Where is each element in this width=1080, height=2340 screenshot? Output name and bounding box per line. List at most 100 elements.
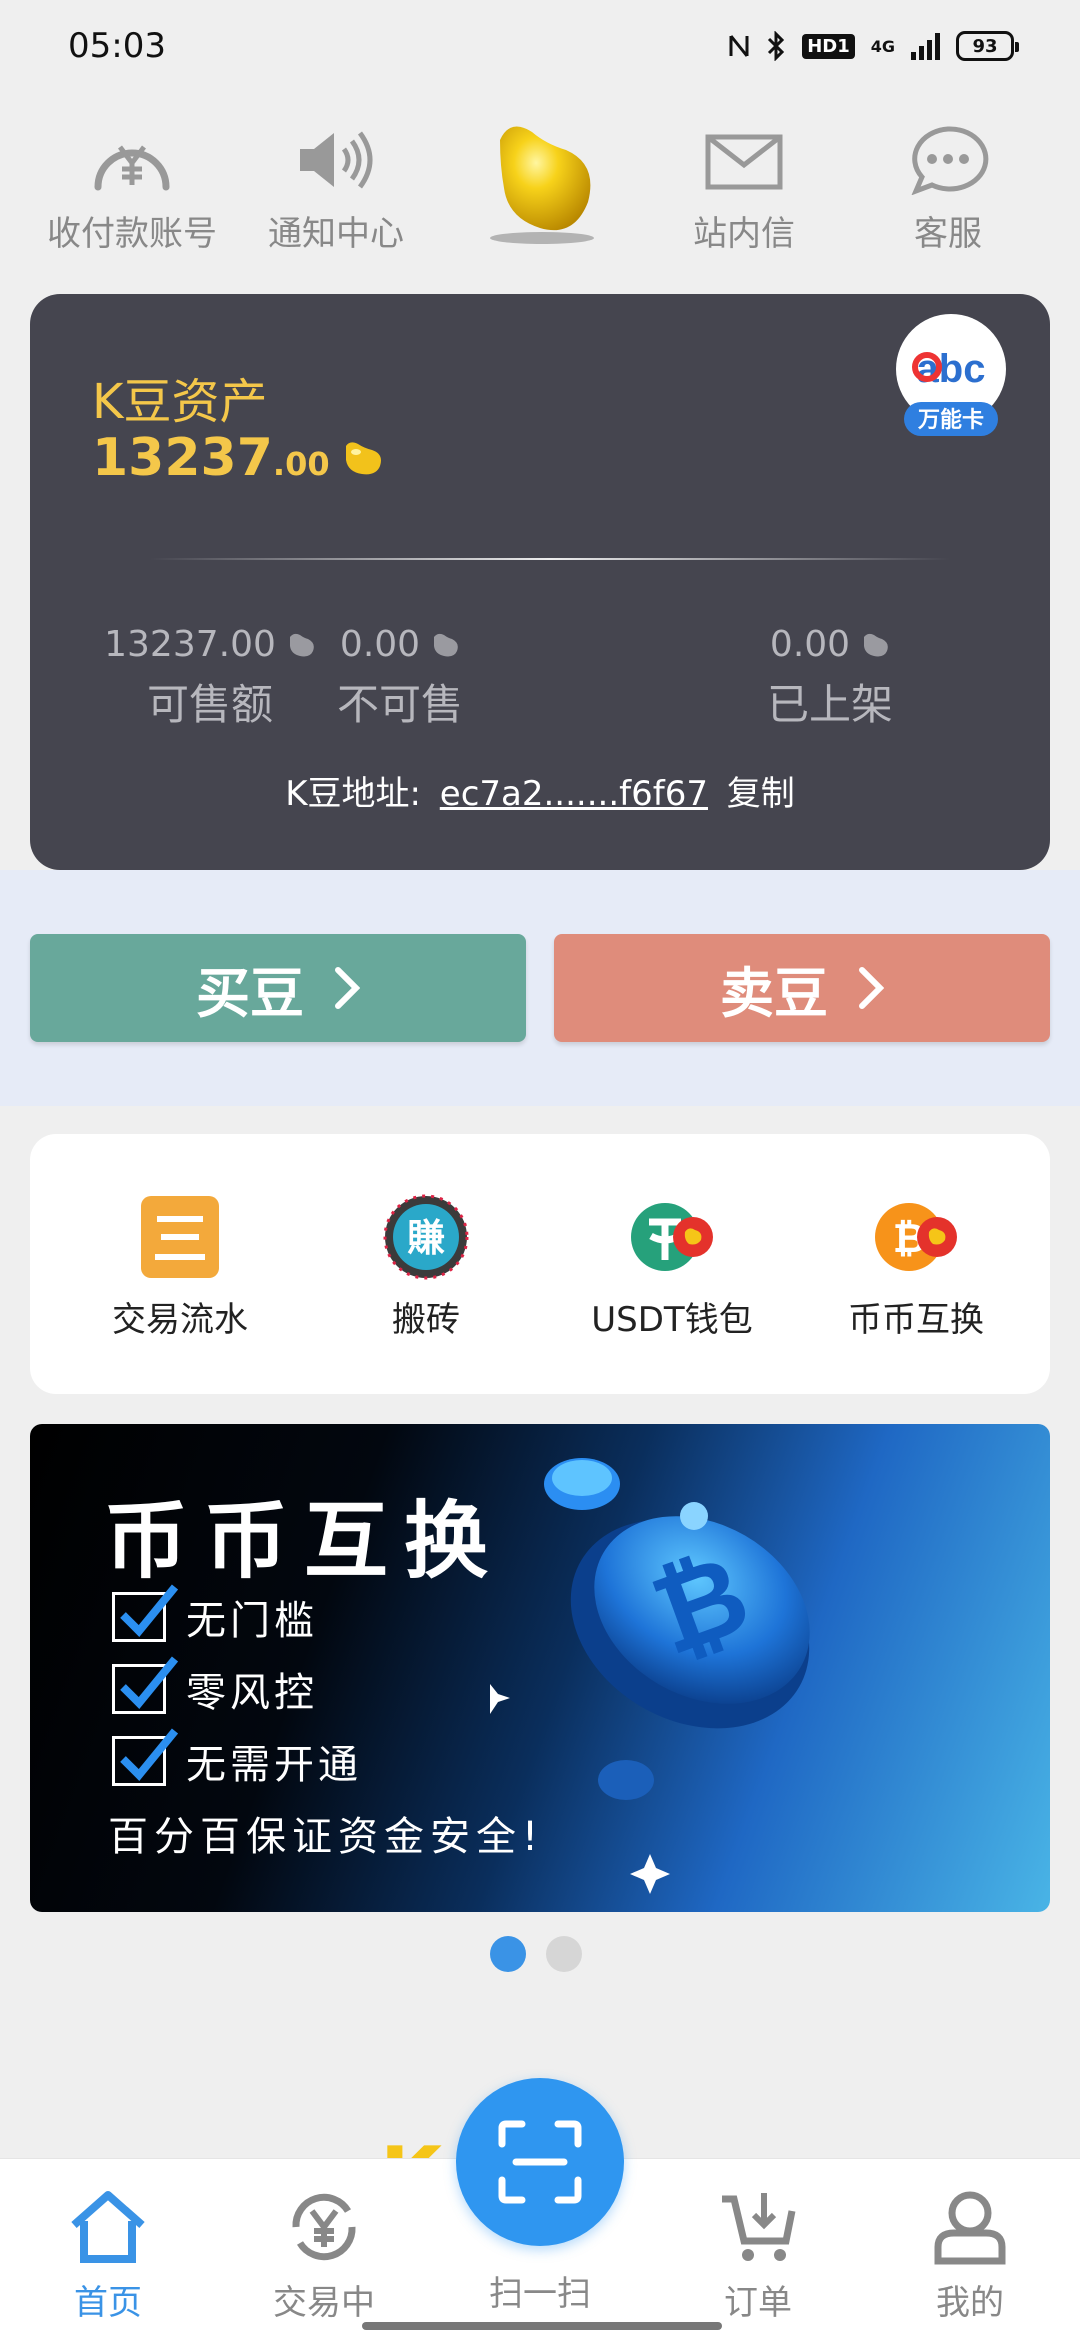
bluetooth-icon xyxy=(768,31,785,61)
quick-label: 交易流水 xyxy=(112,1300,248,1340)
ledger-icon xyxy=(141,1196,219,1278)
top-nav-inbox[interactable]: 站内信 xyxy=(644,120,844,255)
bitcoin-coin-icon: ₿ xyxy=(490,1458,810,1894)
checkbox-icon xyxy=(112,1584,179,1642)
quick-label: USDT钱包 xyxy=(591,1300,753,1340)
scan-label: 扫一扫 xyxy=(489,2274,591,2314)
address-label: K豆地址: xyxy=(285,774,421,814)
banner-check-label: 无需开通 xyxy=(186,1742,362,1788)
banner-check-item: 无门槛 xyxy=(112,1584,318,1646)
top-nav-notifications[interactable]: 通知中心 xyxy=(236,120,436,255)
universal-card-badge[interactable]: abc 万能卡 xyxy=(894,312,1008,446)
quick-label: 搬砖 xyxy=(392,1300,460,1340)
carousel-dot-active[interactable] xyxy=(490,1936,526,1972)
stat-unsellable: 0.00 不可售 xyxy=(320,624,480,732)
quick-item-coin-swap[interactable]: ₿ 币币互换 xyxy=(806,1194,1026,1341)
banner-check-item: 无需开通 xyxy=(112,1728,362,1790)
chevron-right-icon xyxy=(335,967,360,1009)
banner-check-label: 无门槛 xyxy=(186,1598,318,1644)
carousel-dots xyxy=(490,1936,582,1972)
status-bar: 05:03 HD1 4G 93 xyxy=(0,0,1080,92)
stat-listed: 0.00 已上架 xyxy=(730,624,930,732)
status-icons: HD1 4G 93 xyxy=(728,31,1019,61)
battery-icon: 93 xyxy=(956,31,1019,61)
stat-label: 可售额 xyxy=(146,680,273,729)
home-icon xyxy=(71,2191,145,2263)
stat-value: 13237.00 xyxy=(104,624,276,665)
banner-footer: 百分百保证资金安全! xyxy=(108,1814,545,1860)
top-nav-label: 收付款账号 xyxy=(47,214,217,254)
buy-label: 买豆 xyxy=(196,961,304,1025)
banner-title: 币币互换 xyxy=(104,1492,505,1590)
sell-label: 卖豆 xyxy=(720,961,828,1025)
stat-label: 不可售 xyxy=(336,680,463,729)
top-nav-label: 通知中心 xyxy=(268,214,404,254)
speaker-icon xyxy=(300,131,373,189)
promo-banner[interactable]: 币币互换 无门槛 零风控 无需开通 百分百保证资金安全! ₿ xyxy=(30,1424,1050,1912)
yuan-exchange-icon xyxy=(292,2193,356,2261)
divider xyxy=(150,558,950,560)
asset-amount-dec: .00 xyxy=(272,445,330,483)
badge-text: 万能卡 xyxy=(917,407,984,433)
tab-home[interactable]: 首页 xyxy=(18,2185,198,2324)
quick-item-earn[interactable]: 賺 搬砖 xyxy=(316,1194,536,1341)
tab-label: 订单 xyxy=(724,2283,792,2323)
checkbox-icon xyxy=(112,1728,179,1786)
asset-amount-int: 13237 xyxy=(92,428,273,488)
top-nav-label: 站内信 xyxy=(693,214,795,254)
gray-bean-icon xyxy=(289,633,314,656)
usdt-wallet-icon xyxy=(631,1203,713,1271)
nfc-icon xyxy=(729,35,749,57)
top-nav: 收付款账号 通知中心 站内信 客服 xyxy=(0,110,1080,260)
chat-bubble-icon xyxy=(911,126,989,195)
trade-strip: 买豆 卖豆 xyxy=(0,870,1080,1106)
buy-beans-button[interactable]: 买豆 xyxy=(30,934,526,1042)
asset-title: K豆资产 xyxy=(92,374,268,430)
top-nav-payment-account[interactable]: 收付款账号 xyxy=(32,120,232,255)
gold-bean-icon[interactable] xyxy=(470,110,610,250)
gray-bean-icon xyxy=(434,633,458,656)
cart-icon xyxy=(722,2193,796,2261)
asset-amount: 13237 .00 xyxy=(92,428,384,488)
chevron-right-icon xyxy=(859,967,884,1009)
banner-check-item: 零风控 xyxy=(112,1656,318,1718)
bitcoin-swap-icon: ₿ xyxy=(875,1203,957,1271)
home-indicator[interactable] xyxy=(362,2322,722,2330)
stat-value: 0.00 xyxy=(769,624,851,665)
tab-label: 首页 xyxy=(74,2283,142,2323)
svg-text:賺: 賺 xyxy=(407,1216,445,1260)
tab-trading[interactable]: 交易中 xyxy=(234,2185,414,2324)
top-nav-support[interactable]: 客服 xyxy=(848,120,1048,255)
gray-bean-icon xyxy=(864,633,888,656)
checkbox-icon xyxy=(112,1656,179,1714)
address-value[interactable]: ec7a2.......f6f67 xyxy=(440,774,708,814)
earn-badge-icon: 賺 xyxy=(383,1194,469,1280)
stat-label: 已上架 xyxy=(766,680,893,729)
stat-value: 0.00 xyxy=(339,624,421,665)
sell-beans-button[interactable]: 卖豆 xyxy=(554,934,1050,1042)
copy-button[interactable]: 复制 xyxy=(727,774,795,814)
quick-actions: 交易流水 賺 搬砖 USDT钱包 ₿ 币币互换 xyxy=(30,1134,1050,1394)
quick-label: 币币互换 xyxy=(848,1300,984,1340)
tab-mine[interactable]: 我的 xyxy=(880,2185,1060,2324)
stat-sellable: 13237.00 可售额 xyxy=(80,624,340,732)
tab-label: 我的 xyxy=(936,2283,1004,2323)
tab-orders[interactable]: 订单 xyxy=(668,2185,848,2324)
envelope-icon xyxy=(705,134,783,190)
quick-item-transactions[interactable]: 交易流水 xyxy=(70,1194,290,1341)
hd-icon: HD1 xyxy=(802,33,855,59)
user-icon xyxy=(934,2191,1006,2265)
status-time: 05:03 xyxy=(68,26,166,66)
scan-button[interactable] xyxy=(456,2078,624,2246)
quick-item-usdt-wallet[interactable]: USDT钱包 xyxy=(562,1194,782,1341)
scan-icon xyxy=(498,2120,582,2204)
carousel-dot[interactable] xyxy=(546,1936,582,1972)
signal-icon xyxy=(911,32,940,60)
battery-level: 93 xyxy=(972,35,998,57)
network-label: 4G xyxy=(870,36,895,56)
address-row: K豆地址: ec7a2.......f6f67 复制 xyxy=(30,766,1050,815)
yuan-dial-icon xyxy=(94,145,170,191)
gold-bean-icon xyxy=(345,442,381,475)
tab-label: 交易中 xyxy=(273,2283,375,2323)
asset-card: K豆资产 13237 .00 abc 万能卡 13237.00 可售额 0.00… xyxy=(30,294,1050,870)
